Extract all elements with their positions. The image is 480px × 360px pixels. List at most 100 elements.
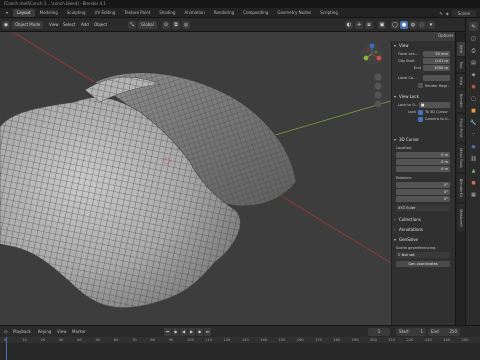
render-properties-icon[interactable]: ◫ <box>469 34 478 43</box>
tab-rendering[interactable]: Rendering <box>210 9 238 17</box>
shading-rendered-icon[interactable]: ◌ <box>418 21 426 29</box>
add-menu[interactable]: Add <box>78 21 92 29</box>
cursor-location-x[interactable]: 0 m <box>396 152 450 158</box>
current-frame-field[interactable]: 1 <box>368 328 390 336</box>
tab-file-menu[interactable]: ▾ <box>2 9 12 17</box>
shading-wireframe-icon[interactable]: ◯ <box>391 21 399 29</box>
gensolve-section-header[interactable]: ▾ GenSolve <box>393 236 455 243</box>
clip-start-field[interactable]: 0.01 m <box>423 58 450 64</box>
collection-properties-icon[interactable]: ▢ <box>469 94 478 103</box>
modifier-properties-icon[interactable]: 🔧 <box>469 118 478 127</box>
sidebar-tab-blenderkit[interactable]: BlenderKit <box>457 174 465 202</box>
timeline-area[interactable]: 0102030405060708090100110120130140150160… <box>0 337 480 360</box>
sidebar-tab-view[interactable]: View <box>457 74 465 88</box>
render-region-checkbox[interactable] <box>418 83 423 88</box>
pin-icon[interactable]: ✎ <box>439 11 442 16</box>
3d-cursor-section-header[interactable]: ▾ 3D Cursor <box>393 136 455 143</box>
world-properties-icon[interactable]: ● <box>469 82 478 91</box>
tab-layout[interactable]: Layout <box>13 9 35 17</box>
rotation-mode-select[interactable]: XYZ Euler <box>396 205 450 211</box>
cursor-location-y[interactable]: 0 m <box>396 159 450 165</box>
physics-properties-icon[interactable]: ◉ <box>469 142 478 151</box>
snap-icon[interactable]: ⧉ <box>172 21 180 29</box>
marker-menu[interactable]: Marker <box>72 328 86 336</box>
navigation-gizmo[interactable] <box>361 43 383 65</box>
shading-solid-icon[interactable]: ● <box>400 21 408 29</box>
shading-options-icon[interactable]: ▾ <box>427 21 435 29</box>
tab-scripting[interactable]: Scripting <box>316 9 342 17</box>
prev-keyframe-icon[interactable]: ◆ <box>172 328 179 336</box>
play-reverse-icon[interactable]: ◀ <box>180 328 187 336</box>
object-properties-icon[interactable]: ■ <box>469 106 478 115</box>
timeline-view-menu[interactable]: View <box>57 328 67 336</box>
conch-shell-mesh[interactable] <box>0 72 297 308</box>
tab-compositing[interactable]: Compositing <box>239 9 272 17</box>
jump-end-icon[interactable]: ⏭ <box>204 328 211 336</box>
pivot-icon[interactable]: ⊙ <box>162 21 170 29</box>
sidebar-tab-pivot-point[interactable]: Pivot Point <box>457 114 465 142</box>
local-camera-field[interactable] <box>423 75 450 81</box>
playhead[interactable] <box>6 337 7 360</box>
sidebar-tab-blender[interactable]: Blender <box>457 90 465 112</box>
sidebar-tab-mesh-tools[interactable]: Mesh Tools <box>457 144 465 172</box>
material-properties-icon[interactable]: ● <box>469 178 478 187</box>
options-button[interactable]: Options <box>438 32 453 40</box>
visibility-icon[interactable]: ◐ <box>345 21 353 29</box>
constraints-properties-icon[interactable]: ⛓ <box>469 154 478 163</box>
transform-space-select[interactable]: Global <box>138 21 157 29</box>
tab-texture-paint[interactable]: Texture Paint <box>120 9 154 17</box>
playback-menu[interactable]: Playback <box>13 328 31 336</box>
transform-orientation-icon[interactable]: ⤡ <box>128 21 136 29</box>
scene-properties-icon[interactable]: ◈ <box>469 70 478 79</box>
cursor-rotation-z[interactable]: 0° <box>396 196 450 202</box>
perspective-toggle-icon[interactable] <box>374 100 382 108</box>
cursor-rotation-x[interactable]: 0° <box>396 182 450 188</box>
tab-sculpting[interactable]: Sculpting <box>63 9 90 17</box>
camera-to-view-checkbox[interactable] <box>418 116 423 122</box>
start-frame-field[interactable]: Start 1 <box>396 328 426 336</box>
overlays-icon[interactable]: ⧈ <box>365 21 373 29</box>
view-lock-section-header[interactable]: ▾ View Lock <box>393 93 455 100</box>
end-frame-field[interactable]: End 250 <box>428 328 460 336</box>
zoom-icon[interactable] <box>374 73 382 81</box>
sidebar-tab-tool[interactable]: Tool <box>457 58 465 72</box>
viewport-canvas[interactable] <box>0 32 455 325</box>
tab-animation[interactable]: Animation <box>180 9 208 17</box>
output-properties-icon[interactable]: ⎙ <box>469 46 478 55</box>
jump-start-icon[interactable]: ⏮ <box>164 328 171 336</box>
lock-to-object-field[interactable]: ■ <box>419 102 450 108</box>
view-layer-properties-icon[interactable]: ▤ <box>469 58 478 67</box>
next-keyframe-icon[interactable]: ◆ <box>196 328 203 336</box>
tab-modeling[interactable]: Modeling <box>36 9 62 17</box>
keying-menu[interactable]: Keying <box>38 328 51 336</box>
object-menu[interactable]: Object <box>91 21 110 29</box>
tab-geometry-nodes[interactable]: Geometry Nodes <box>273 9 315 17</box>
focal-length-field[interactable]: 50 mm <box>423 51 450 57</box>
to-3d-cursor-checkbox[interactable] <box>418 109 423 115</box>
editor-type-icon[interactable]: ◉ <box>2 21 10 29</box>
crs-select[interactable]: C Not set <box>396 252 450 258</box>
sidebar-tab-item[interactable]: Item <box>457 42 465 56</box>
sidebar-tab-measureit[interactable]: MeasureIt <box>457 204 465 232</box>
annotations-section-header[interactable]: › Annotations <box>393 226 455 233</box>
texture-properties-icon[interactable]: ▦ <box>469 190 478 199</box>
view-section-header[interactable]: ▾ View <box>393 42 455 49</box>
proportional-edit-icon[interactable]: ◎ <box>182 21 190 29</box>
xray-icon[interactable]: ▣ <box>378 21 386 29</box>
particles-properties-icon[interactable]: ∵ <box>469 130 478 139</box>
clip-end-field[interactable]: 1000 m <box>423 65 450 71</box>
cursor-rotation-y[interactable]: 0° <box>396 189 450 195</box>
mode-select[interactable]: Object Mode <box>12 21 44 29</box>
data-properties-icon[interactable]: ▲ <box>469 166 478 175</box>
shading-material-icon[interactable]: ◍ <box>409 21 417 29</box>
collections-section-header[interactable]: › Collections <box>393 216 455 223</box>
gizmo-toggle-icon[interactable]: ✛ <box>355 21 363 29</box>
play-icon[interactable]: ▶ <box>188 328 195 336</box>
tool-properties-icon[interactable]: ✎ <box>469 22 478 31</box>
3d-viewport[interactable] <box>0 32 455 325</box>
pan-hand-icon[interactable] <box>374 82 382 90</box>
camera-view-icon[interactable] <box>374 91 382 99</box>
timeline-editor-icon[interactable]: ◷ <box>4 328 8 336</box>
gen-coordinates-button[interactable]: Gen coordinates <box>396 261 450 267</box>
tab-uv-editing[interactable]: UV Editing <box>91 9 120 17</box>
